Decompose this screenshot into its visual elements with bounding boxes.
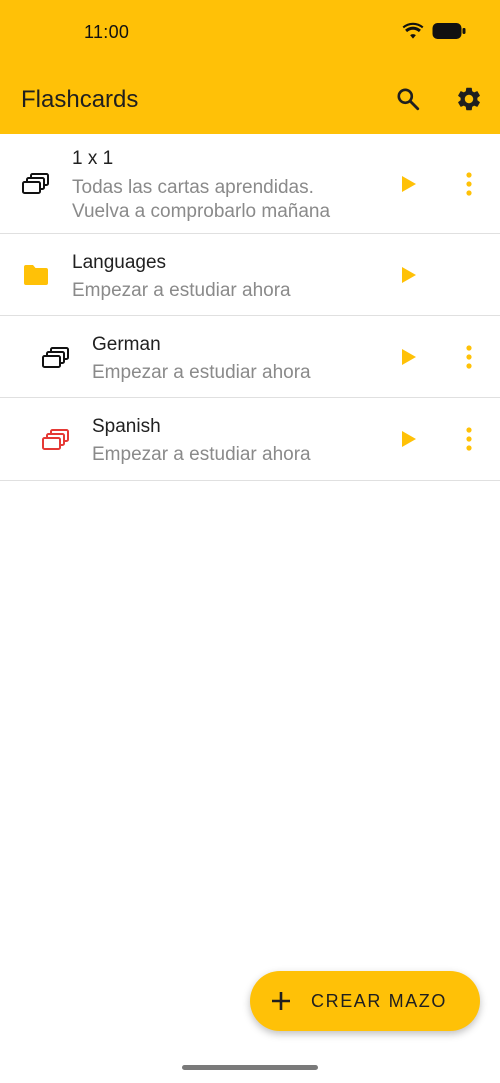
status-time: 11:00 [84, 22, 130, 42]
more-options-button[interactable] [458, 424, 480, 454]
deck-list: 1 x 1 Todas las cartas aprendidas. Vuelv… [0, 134, 500, 481]
play-button[interactable] [398, 173, 420, 195]
phone-screen: 11:00 Flashcards 1 x 1 Todas las cartas … [0, 0, 500, 1083]
folder-status: Empezar a estudiar ahora [72, 280, 291, 301]
app-title: Flashcards [21, 86, 139, 113]
deck-status-line2: Vuelva a comprobarlo mañana [72, 201, 331, 222]
app-bar: Flashcards [0, 66, 500, 134]
status-bar: 11:00 [0, 0, 500, 66]
search-button[interactable] [393, 84, 423, 114]
deck-status: Todas las cartas aprendidas. [72, 177, 314, 198]
deck-status: Empezar a estudiar ahora [92, 444, 311, 465]
play-button[interactable] [398, 346, 420, 368]
play-icon [402, 431, 416, 447]
deck-icon [22, 172, 50, 196]
create-deck-label: CREAR MAZO [311, 991, 448, 1011]
more-vert-icon [466, 427, 472, 451]
home-indicator[interactable] [182, 1065, 318, 1070]
deck-row-1x1[interactable]: 1 x 1 Todas las cartas aprendidas. Vuelv… [0, 134, 500, 234]
search-icon [397, 88, 420, 111]
create-deck-button[interactable]: CREAR MAZO [250, 971, 480, 1031]
deck-row-german[interactable]: German Empezar a estudiar ahora [0, 316, 500, 398]
more-options-button[interactable] [458, 169, 480, 199]
play-button[interactable] [398, 264, 420, 286]
more-vert-icon [466, 172, 472, 196]
plus-icon [272, 992, 290, 1010]
folder-icon [22, 264, 50, 286]
deck-icon [42, 428, 70, 452]
wifi-icon [402, 22, 424, 39]
more-options-button[interactable] [458, 342, 480, 372]
more-vert-icon [466, 345, 472, 369]
battery-icon [432, 23, 466, 39]
deck-row-spanish[interactable]: Spanish Empezar a estudiar ahora [0, 398, 500, 481]
deck-name: Spanish [92, 416, 161, 437]
play-icon [402, 349, 416, 365]
folder-name: Languages [72, 252, 167, 273]
deck-icon [42, 346, 70, 370]
settings-icon [458, 87, 480, 111]
deck-status: Empezar a estudiar ahora [92, 362, 311, 383]
play-icon [402, 176, 416, 192]
status-icons [402, 22, 466, 40]
play-button[interactable] [398, 428, 420, 450]
deck-name: 1 x 1 [72, 148, 114, 169]
folder-row-languages[interactable]: Languages Empezar a estudiar ahora [0, 234, 500, 316]
settings-button[interactable] [454, 84, 484, 114]
deck-name: German [92, 334, 161, 355]
play-icon [402, 267, 416, 283]
